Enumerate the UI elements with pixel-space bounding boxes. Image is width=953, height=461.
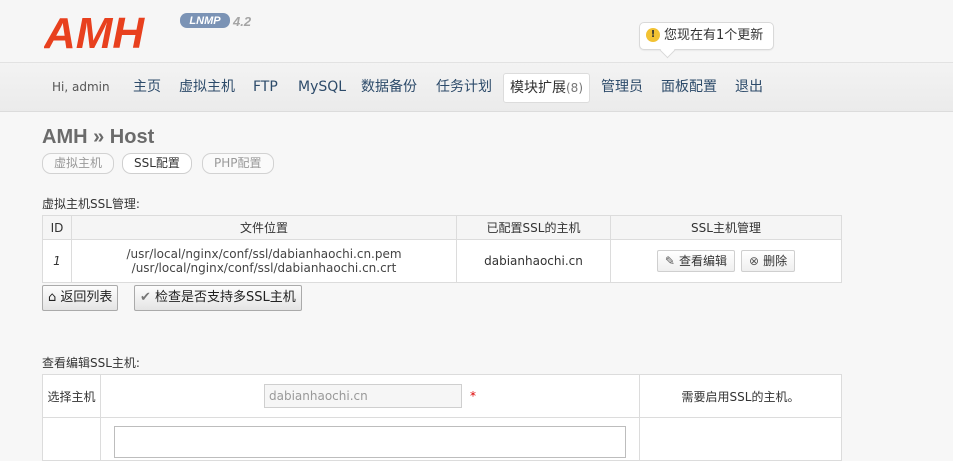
row-actions: ✎ 查看编辑 ⊗ 删除 <box>610 239 842 283</box>
row-host: dabianhaochi.cn <box>456 239 611 283</box>
view-edit-button[interactable]: ✎ 查看编辑 <box>656 250 735 272</box>
ssl-content-textarea[interactable] <box>114 426 626 458</box>
nav-module-label: 模块扩展 <box>510 80 566 96</box>
col-id: ID <box>42 215 72 240</box>
back-to-list-button[interactable]: ⌂ 返回列表 <box>42 285 119 311</box>
nav-home[interactable]: 主页 <box>133 73 161 101</box>
check-multi-ssl-label: 检查是否支持多SSL主机 <box>155 290 296 305</box>
pencil-icon: ✎ <box>664 254 675 268</box>
nav-module-count: (8) <box>566 81 583 95</box>
table-row: 1 /usr/local/nginx/conf/ssl/dabianhaochi… <box>42 239 842 283</box>
row-file-location: /usr/local/nginx/conf/ssl/dabianhaochi.c… <box>71 239 457 283</box>
warning-icon: ! <box>646 27 660 42</box>
host-input[interactable]: dabianhaochi.cn <box>264 384 462 408</box>
nav-logout[interactable]: 退出 <box>735 73 763 101</box>
edit-section-label: 查看编辑SSL主机: <box>42 356 140 370</box>
row-id: 1 <box>42 239 72 283</box>
check-multi-ssl-button[interactable]: ✔ 检查是否支持多SSL主机 <box>134 285 302 311</box>
logo-version: 4.2 <box>232 14 252 29</box>
greeting: Hi, admin <box>52 80 110 94</box>
ssl-section-label: 虚拟主机SSL管理: <box>42 197 140 211</box>
crt-path: /usr/local/nginx/conf/ssl/dabianhaochi.c… <box>131 261 397 275</box>
delete-button[interactable]: ⊗ 删除 <box>741 250 796 272</box>
nav-panel-config[interactable]: 面板配置 <box>661 73 717 101</box>
nav-admin[interactable]: 管理员 <box>601 73 643 101</box>
nav-mysql[interactable]: MySQL <box>298 73 346 101</box>
svg-text:AMH: AMH <box>44 10 145 56</box>
edit-ssl-table: 选择主机 dabianhaochi.cn * 需要启用SSL的主机。 <box>42 374 842 461</box>
subtab-virtual-host[interactable]: 虚拟主机 <box>42 153 115 174</box>
header: AMH LNMP 4.2 ! 您现在有1个更新 <box>0 0 953 62</box>
nav-task-schedule[interactable]: 任务计划 <box>436 73 492 101</box>
textarea-cell <box>100 417 640 461</box>
nav-data-backup[interactable]: 数据备份 <box>361 73 417 101</box>
back-to-list-label: 返回列表 <box>60 290 113 305</box>
check-icon: ✔ <box>140 290 151 305</box>
close-circle-icon: ⊗ <box>749 254 760 268</box>
nav-virtual-host[interactable]: 虚拟主机 <box>179 73 235 101</box>
pem-path: /usr/local/nginx/conf/ssl/dabianhaochi.c… <box>126 247 402 261</box>
col-ssl-management: SSL主机管理 <box>610 215 842 240</box>
ssl-table: ID 文件位置 已配置SSL的主机 SSL主机管理 1 /usr/local/n… <box>42 215 842 283</box>
table-row <box>42 417 842 461</box>
select-host-label: 选择主机 <box>42 374 101 418</box>
subtab-php-config[interactable]: PHP配置 <box>202 153 274 174</box>
delete-label: 删除 <box>763 254 788 268</box>
host-hint: 需要启用SSL的主机。 <box>639 374 842 418</box>
view-edit-label: 查看编辑 <box>678 254 727 268</box>
table-header-row: ID 文件位置 已配置SSL的主机 SSL主机管理 <box>42 215 842 240</box>
main-nav: Hi, admin 主页 虚拟主机 FTP MySQL 数据备份 任务计划 模块… <box>0 62 953 112</box>
logo-badge: LNMP <box>189 15 221 27</box>
amh-logo[interactable]: AMH LNMP 4.2 <box>43 9 256 59</box>
col-configured-host: 已配置SSL的主机 <box>456 215 611 240</box>
nav-ftp[interactable]: FTP <box>253 73 278 101</box>
col-file-location: 文件位置 <box>71 215 457 240</box>
home-icon: ⌂ <box>48 290 57 305</box>
subtab-ssl-config[interactable]: SSL配置 <box>122 153 192 174</box>
empty-label-cell <box>42 417 101 461</box>
required-mark: * <box>470 389 476 403</box>
empty-hint-cell <box>639 417 842 461</box>
update-notice-text: 您现在有1个更新 <box>664 28 764 43</box>
update-notice[interactable]: ! 您现在有1个更新 <box>639 22 775 50</box>
table-row: 选择主机 dabianhaochi.cn * 需要启用SSL的主机。 <box>42 374 842 418</box>
nav-module-extension[interactable]: 模块扩展(8) <box>503 73 590 103</box>
page-title: AMH » Host <box>42 126 155 148</box>
host-input-cell: dabianhaochi.cn * <box>100 374 640 418</box>
